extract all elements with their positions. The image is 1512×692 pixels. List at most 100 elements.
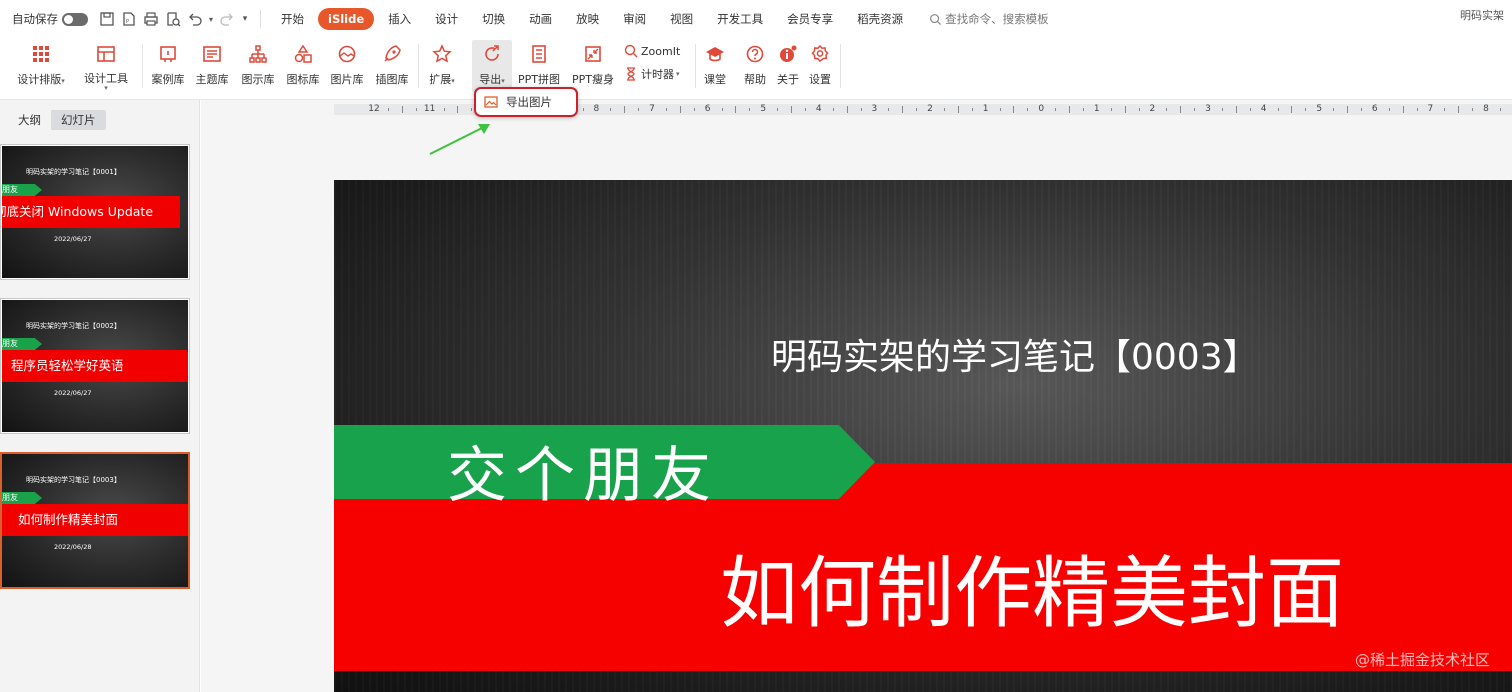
ruler-number: 8 bbox=[593, 104, 600, 114]
current-slide[interactable]: 明码实架的学习笔记【0003】 交个朋友 如何制作精美封面 bbox=[334, 180, 1512, 692]
ruler-tick bbox=[401, 106, 403, 113]
tab-review[interactable]: 审阅 bbox=[611, 8, 658, 30]
save-icon[interactable] bbox=[96, 8, 118, 30]
ruler-tick bbox=[387, 108, 389, 111]
illustration-library-button[interactable]: 插图库 bbox=[372, 40, 412, 92]
diagram-library-icon bbox=[246, 42, 270, 66]
zoomit-button[interactable]: ZoomIt bbox=[624, 44, 680, 58]
case-library-button[interactable]: 案例库 bbox=[148, 40, 188, 92]
ruler-number: 12 bbox=[368, 104, 380, 114]
ruler-tick bbox=[916, 108, 918, 111]
slide-main-heading[interactable]: 如何制作精美封面 bbox=[720, 531, 1344, 643]
tab-slideshow[interactable]: 放映 bbox=[564, 8, 611, 30]
ruler-number: 3 bbox=[1205, 104, 1211, 114]
command-search[interactable]: 查找命令、搜索模板 bbox=[929, 11, 1049, 27]
quick-access-toolbar: 自动保存 P ▾ ▾ bbox=[0, 0, 269, 38]
design-layout-button[interactable]: 设计排版▾ bbox=[12, 40, 70, 92]
tab-animation[interactable]: 动画 bbox=[517, 8, 564, 30]
ruler-tick bbox=[638, 108, 640, 111]
ruler-tick bbox=[1055, 108, 1057, 111]
ruler-tick bbox=[610, 108, 612, 111]
ruler-number: 6 bbox=[1371, 104, 1378, 114]
ruler-number: 5 bbox=[1316, 104, 1323, 114]
redo-icon[interactable] bbox=[216, 8, 238, 30]
ruler-number: 7 bbox=[649, 104, 655, 114]
ruler-number: 1 bbox=[1093, 104, 1100, 114]
tab-docer[interactable]: 稻壳资源 bbox=[845, 8, 915, 30]
theme-library-button[interactable]: 主题库 bbox=[192, 40, 232, 92]
slide-title[interactable]: 明码实架的学习笔记【0003】 bbox=[771, 328, 1259, 380]
ruler-tick bbox=[777, 108, 779, 111]
undo-dropdown-icon[interactable]: ▾ bbox=[206, 8, 216, 30]
slides-panel: 大纲 幻灯片 明码实架的学习笔记【0001】 朋友 彻底关闭 Windows U… bbox=[0, 100, 200, 692]
compress-icon bbox=[581, 42, 605, 66]
extend-label: 扩展 bbox=[429, 73, 452, 86]
help-button[interactable]: 帮助 bbox=[740, 40, 770, 92]
green-banner-text[interactable]: 交个朋友 bbox=[447, 427, 719, 514]
thumbnail-tag: 朋友 bbox=[2, 492, 42, 504]
thumbnail-title: 明码实架的学习笔记【0001】 bbox=[26, 168, 121, 176]
tab-insert[interactable]: 插入 bbox=[376, 8, 423, 30]
ruler-tick bbox=[1360, 108, 1362, 111]
ruler-tick bbox=[1472, 108, 1474, 111]
autosave-toggle[interactable] bbox=[62, 12, 88, 26]
ruler-tick bbox=[1069, 106, 1070, 113]
ruler-tick bbox=[1166, 108, 1168, 111]
puzzle-icon bbox=[527, 42, 551, 66]
export-image-menu-item[interactable]: 导出图片 bbox=[474, 87, 578, 117]
classroom-button[interactable]: 课堂 bbox=[700, 40, 730, 92]
ruler-tick bbox=[415, 108, 417, 111]
ruler-tick bbox=[888, 108, 890, 111]
ppt-puzzle-button[interactable]: PPT拼图 bbox=[515, 40, 563, 92]
thumbnail-title: 明码实架的学习笔记【0003】 bbox=[26, 476, 121, 484]
ruler-tick bbox=[860, 108, 862, 111]
diagram-library-button[interactable]: 图示库 bbox=[238, 40, 278, 92]
zoomit-icon bbox=[624, 44, 638, 58]
undo-icon[interactable] bbox=[184, 8, 206, 30]
settings-button[interactable]: 设置 bbox=[805, 40, 835, 92]
slide-thumbnail-3[interactable]: 明码实架的学习笔记【0003】 朋友 如何制作精美封面 2022/06/28 bbox=[0, 452, 190, 589]
tab-design[interactable]: 设计 bbox=[423, 8, 470, 30]
customize-toolbar-icon[interactable]: ▾ bbox=[238, 8, 252, 30]
print-preview-icon[interactable] bbox=[162, 8, 184, 30]
ruler-tick bbox=[582, 108, 584, 111]
print-icon[interactable] bbox=[140, 8, 162, 30]
ruler-number: 2 bbox=[927, 104, 933, 114]
design-layout-label: 设计排版 bbox=[17, 73, 62, 86]
timer-button[interactable]: 计时器 ▾ bbox=[624, 66, 680, 82]
tab-transition[interactable]: 切换 bbox=[470, 8, 517, 30]
picture-library-icon bbox=[335, 42, 359, 66]
settings-label: 设置 bbox=[809, 73, 831, 86]
slide-thumbnail-preview: 明码实架的学习笔记【0002】 朋友 程序员轻松学好英语 2022/06/27 bbox=[2, 300, 188, 432]
ruler-tick bbox=[1499, 108, 1501, 111]
tab-developer[interactable]: 开发工具 bbox=[705, 8, 775, 30]
ruler-tick bbox=[735, 106, 737, 113]
slide-thumbnail-1[interactable]: 明码实架的学习笔记【0001】 朋友 彻底关闭 Windows Update 2… bbox=[0, 144, 190, 280]
classroom-label: 课堂 bbox=[704, 73, 726, 86]
design-tools-button[interactable]: 设计工具 ▾ bbox=[78, 40, 134, 92]
export-pdf-icon[interactable]: P bbox=[118, 8, 140, 30]
export-label: 导出 bbox=[479, 73, 502, 86]
picture-library-button[interactable]: 图片库 bbox=[327, 40, 367, 92]
tab-view[interactable]: 视图 bbox=[658, 8, 705, 30]
divider bbox=[142, 44, 143, 88]
tab-islide[interactable]: iSlide bbox=[318, 8, 375, 30]
tab-outline[interactable]: 大纲 bbox=[8, 110, 51, 130]
icon-library-button[interactable]: 图标库 bbox=[283, 40, 323, 92]
ruler-tick bbox=[471, 108, 473, 111]
about-button[interactable]: 关于 bbox=[773, 40, 803, 92]
tab-home[interactable]: 开始 bbox=[269, 8, 316, 30]
theme-library-label: 主题库 bbox=[195, 73, 229, 86]
tab-slides[interactable]: 幻灯片 bbox=[51, 110, 106, 130]
extend-button[interactable]: 扩展▾ bbox=[423, 40, 461, 92]
ruler-number: 11 bbox=[423, 104, 436, 114]
case-library-label: 案例库 bbox=[151, 73, 185, 86]
tab-member[interactable]: 会员专享 bbox=[775, 8, 845, 30]
diagram-library-label: 图示库 bbox=[241, 73, 275, 86]
ruler-tick bbox=[957, 106, 959, 113]
search-icon bbox=[930, 13, 942, 25]
ruler-number: 1 bbox=[982, 104, 989, 114]
ppt-compress-button[interactable]: PPT瘦身 bbox=[569, 40, 617, 92]
slide-thumbnail-2[interactable]: 明码实架的学习笔记【0002】 朋友 程序员轻松学好英语 2022/06/27 bbox=[0, 298, 190, 434]
export-button[interactable]: 导出▾ bbox=[472, 40, 512, 92]
